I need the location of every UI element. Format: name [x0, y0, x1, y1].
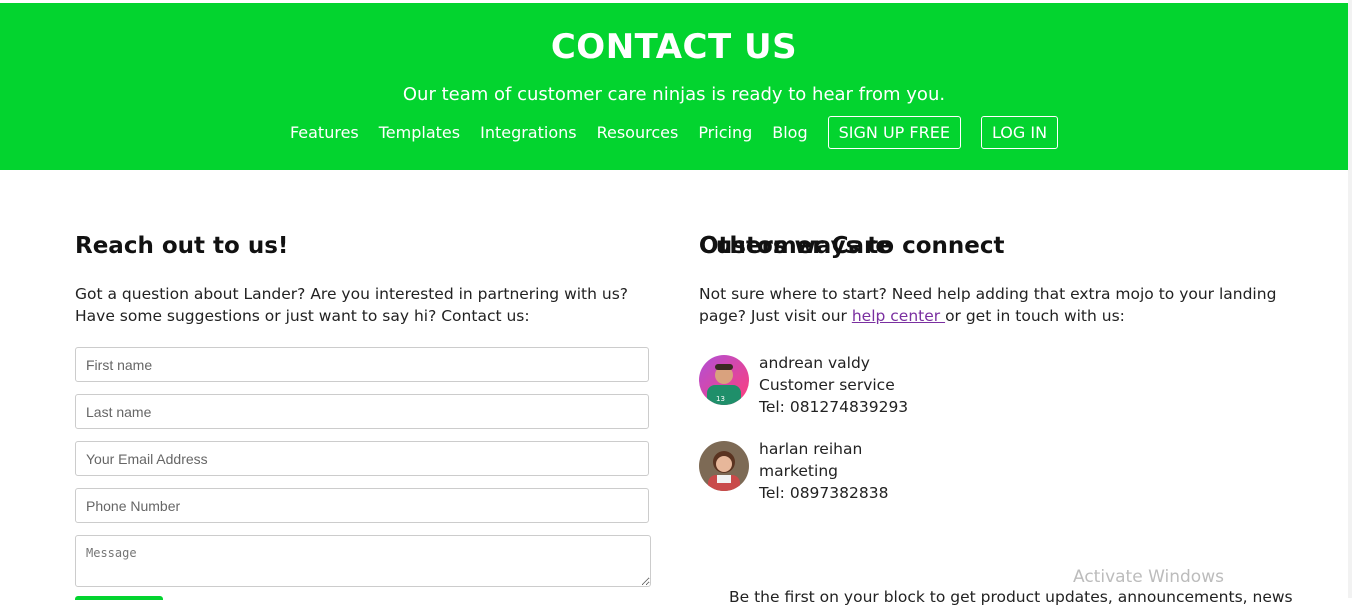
svg-text:13: 13 — [716, 395, 725, 403]
submit-button[interactable] — [75, 596, 163, 600]
contact-card: 13 andrean valdy Customer service Tel: 0… — [699, 352, 1099, 421]
care-intro: Not sure where to start? Need help addin… — [699, 283, 1279, 327]
nav-templates[interactable]: Templates — [379, 123, 460, 142]
scrollbar-track[interactable] — [1348, 0, 1352, 598]
connect-text: Be the first on your block to get produc… — [729, 588, 1293, 606]
activate-windows-watermark: Activate Windows — [1073, 567, 1224, 587]
contact-phone: Tel: 0897382838 — [759, 484, 889, 502]
form-heading: Reach out to us! — [75, 233, 289, 259]
nav-features[interactable]: Features — [290, 123, 359, 142]
login-button[interactable]: LOG IN — [980, 116, 1059, 149]
nav-blog[interactable]: Blog — [772, 123, 807, 142]
email-input[interactable] — [75, 441, 649, 476]
form-intro: Got a question about Lander? Are you int… — [75, 285, 629, 325]
signup-button[interactable]: SIGN UP FREE — [827, 116, 961, 149]
contact-phone: Tel: 081274839293 — [759, 398, 909, 416]
first-name-input[interactable] — [75, 347, 649, 382]
avatar — [699, 441, 749, 491]
message-input[interactable] — [75, 535, 651, 587]
hero-banner: CONTACT US Our team of customer care nin… — [0, 3, 1348, 170]
page-subtitle: Our team of customer care ninjas is read… — [402, 84, 946, 105]
help-center-link[interactable]: help center — [852, 307, 945, 325]
contact-info: andrean valdy Customer service Tel: 0812… — [759, 352, 908, 418]
contact-name: andrean valdy — [759, 354, 870, 372]
contact-role: marketing — [759, 462, 838, 480]
page-title: CONTACT US — [550, 27, 798, 67]
care-intro-tail: or get in touch with us: — [945, 307, 1125, 325]
contact-info: harlan reihan marketing Tel: 0897382838 — [759, 438, 888, 504]
avatar: 13 — [699, 355, 749, 405]
contact-name: harlan reihan — [759, 440, 863, 458]
nav-integrations[interactable]: Integrations — [480, 123, 577, 142]
last-name-input[interactable] — [75, 394, 649, 429]
main-nav: Features Templates Integrations Resource… — [0, 116, 1348, 149]
nav-pricing[interactable]: Pricing — [698, 123, 752, 142]
nav-resources[interactable]: Resources — [597, 123, 679, 142]
connect-heading: Others ways to connect — [699, 233, 1005, 259]
phone-input[interactable] — [75, 488, 649, 523]
contact-role: Customer service — [759, 376, 895, 394]
contact-card: harlan reihan marketing Tel: 0897382838 — [699, 438, 1099, 507]
